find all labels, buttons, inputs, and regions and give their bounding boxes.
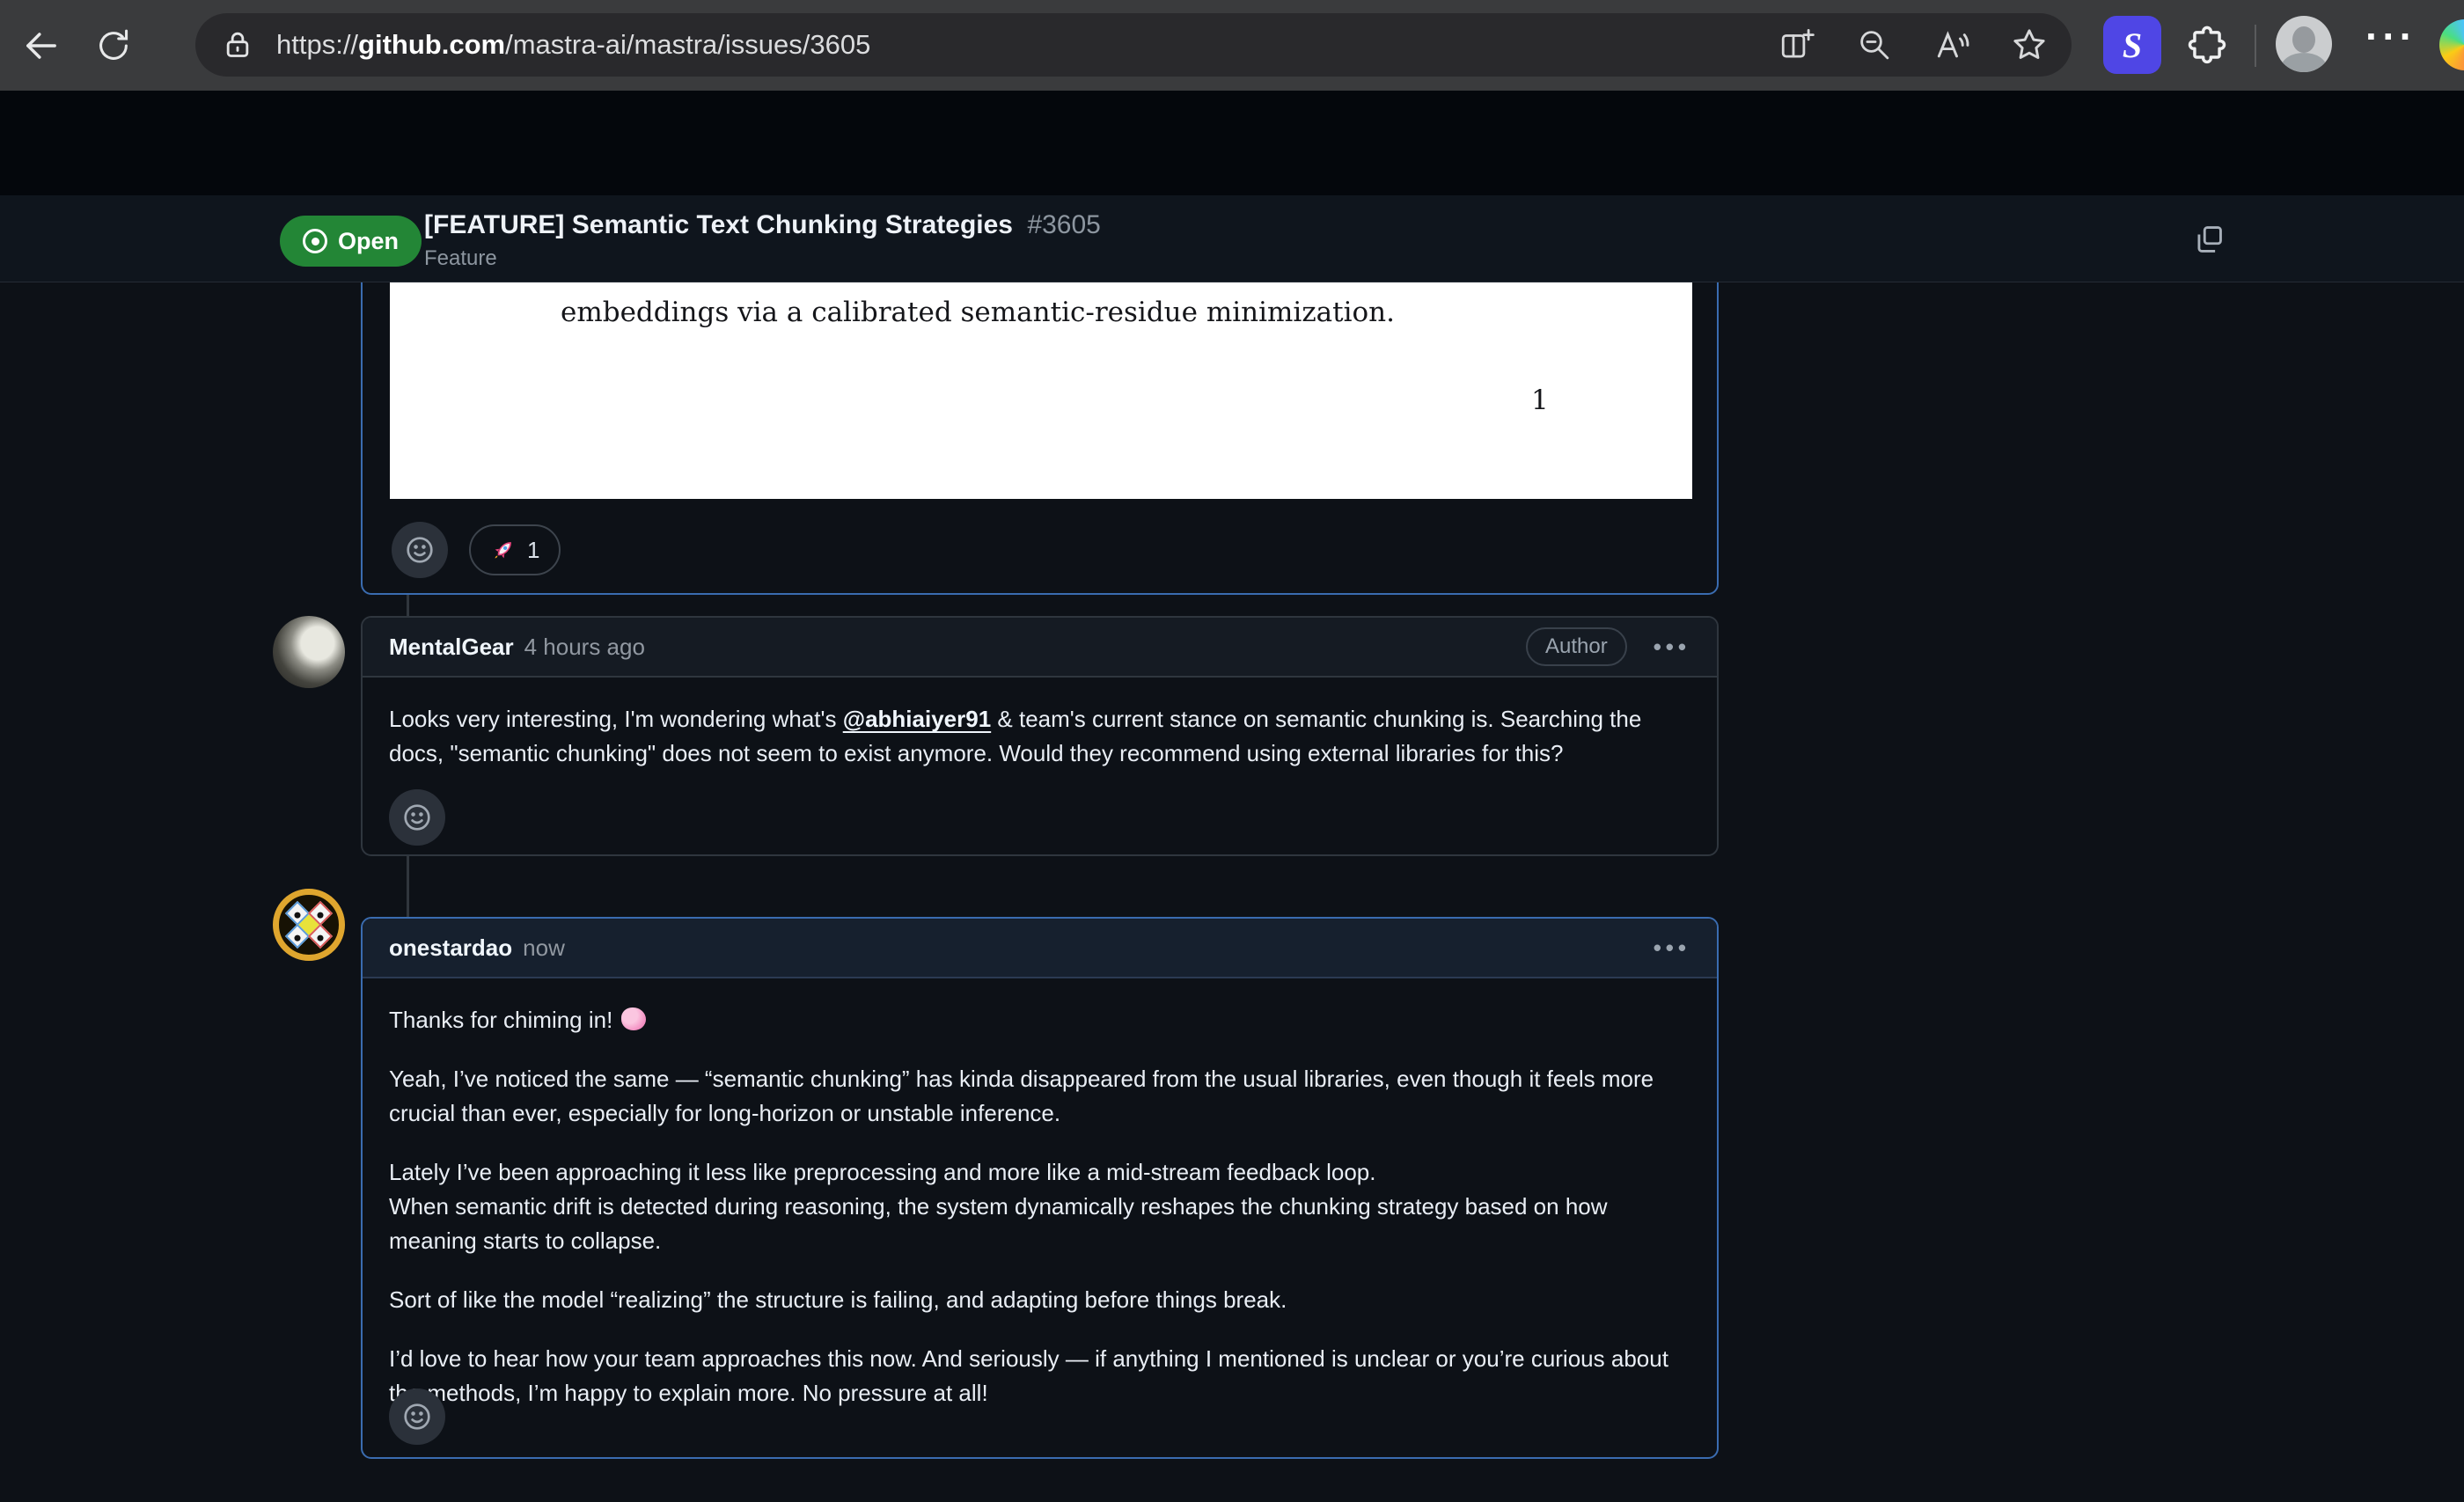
author-badge: Author [1526,627,1627,666]
add-reaction-button[interactable] [389,789,445,846]
mention-link[interactable]: @abhiaiyer91 [843,706,991,732]
smiley-icon [400,1400,434,1433]
toolbar-divider [2255,25,2256,67]
notification-banner: ← Back to notifications Done Unsubscribe… [0,91,2464,195]
comment-text: Looks very interesting, I'm wondering wh… [389,706,843,732]
timeline-connector [407,856,409,917]
comment-text: I’d love to hear how your team approache… [389,1342,1682,1410]
attachment-image[interactable]: embeddings via a calibrated semantic-res… [390,282,1692,499]
comment-mentalgear: MentalGear 4 hours ago Author ••• Looks … [361,616,1719,856]
add-reaction-button[interactable] [389,1388,445,1445]
issue-state-badge: Open [280,216,422,267]
url-path: /mastra-ai/mastra/issues/3605 [505,29,870,60]
smiley-icon [403,533,436,567]
refresh-icon[interactable] [83,15,144,77]
comment-header: MentalGear 4 hours ago Author ••• [363,618,1717,678]
lock-icon[interactable] [218,26,257,64]
browser-menu-icon[interactable]: ··· [2365,12,2416,60]
smiley-icon [400,801,434,834]
copilot-icon[interactable] [2439,19,2464,70]
extensions-puzzle-icon[interactable] [2184,23,2230,73]
comment-text: Sort of like the model “realizing” the s… [389,1283,1682,1317]
comment-body: Thanks for chiming in! Yeah, I’ve notice… [363,978,1717,1410]
rocket-reaction-button[interactable]: 1 [469,524,561,575]
comment-menu-icon[interactable]: ••• [1654,635,1690,658]
issue-header: Open [FEATURE] Semantic Text Chunking St… [0,195,2464,282]
url-host: github.com [358,29,505,60]
comment-body: Looks very interesting, I'm wondering wh… [363,678,1717,771]
comment-text: Lately I’ve been approaching it less lik… [389,1155,1682,1258]
issue-open-icon [303,229,327,253]
address-bar[interactable]: https://github.com/mastra-ai/mastra/issu… [195,13,2072,77]
browser-toolbar: https://github.com/mastra-ai/mastra/issu… [0,0,2464,91]
comment-header: onestardao now ••• [363,919,1717,978]
back-icon[interactable] [11,15,72,77]
url-scheme: https:// [276,29,358,60]
add-reaction-button[interactable] [392,522,448,578]
zoom-out-icon[interactable] [1855,26,1894,64]
avatar-mentalgear[interactable] [273,616,345,688]
comment-timestamp[interactable]: now [523,934,565,962]
issue-body-comment: embeddings via a calibrated semantic-res… [361,282,1719,595]
comment-menu-icon[interactable]: ••• [1654,936,1690,959]
avatar-torso-shape [2281,53,2327,72]
timeline-connector [407,595,409,618]
attachment-page-number: 1 [1531,385,1549,416]
github-issue-page: https://github.com/mastra-ai/mastra/issu… [0,0,2464,1502]
avatar-onestardao[interactable] [273,889,345,961]
brain-emoji [621,1007,646,1030]
sider-extension-icon[interactable]: S [2103,16,2161,74]
url-text: https://github.com/mastra-ai/mastra/issu… [276,29,1760,61]
comment-onestardao: onestardao now ••• Thanks for chiming in… [361,917,1719,1459]
issue-title: [FEATURE] Semantic Text Chunking Strateg… [424,210,1013,239]
copy-link-icon[interactable] [2186,216,2232,262]
comment-timestamp[interactable]: 4 hours ago [524,634,645,661]
reaction-count: 1 [527,537,539,564]
comment-author[interactable]: MentalGear [389,634,514,661]
comment-author[interactable]: onestardao [389,934,512,962]
comment-text: Thanks for chiming in! [389,1007,612,1033]
avatar-head-shape [2292,26,2315,53]
issue-number: #3605 [1027,210,1100,239]
rocket-icon [490,537,517,563]
favorites-star-icon[interactable] [2010,26,2049,64]
issue-label-feature: Feature [424,246,497,271]
read-aloud-icon[interactable] [1932,26,1971,64]
browser-profile-avatar[interactable] [2276,16,2332,72]
comment-text: Yeah, I’ve noticed the same — “semantic … [389,1062,1682,1131]
attachment-text: embeddings via a calibrated semantic-res… [561,297,1395,328]
split-screen-icon[interactable] [1778,26,1816,64]
